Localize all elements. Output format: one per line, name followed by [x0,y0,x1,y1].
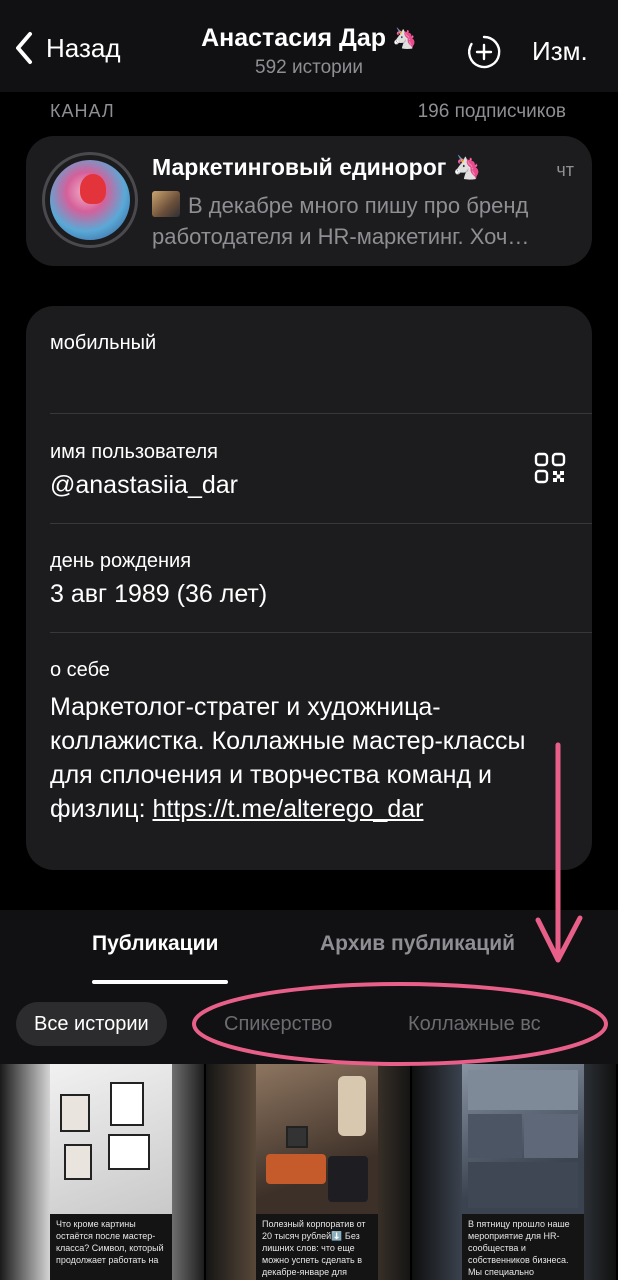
profile-info-card: мобильный имя пользователя @anastasiia_d… [26,306,592,870]
divider [50,413,592,414]
filter-speaking[interactable]: Спикерство [224,1002,332,1046]
profile-title: Анастасия Дар 🦄 [201,24,417,53]
story-caption: Что кроме картины остаётся после мастер-… [50,1214,172,1280]
tab-publications-archive[interactable]: Архив публикаций [320,932,515,956]
story-image [462,1064,584,1214]
birthday-label: день рождения [50,550,192,572]
chevron-left-icon [16,32,32,64]
post-thumbnail-icon [152,191,180,217]
profile-name: Анастасия Дар [201,24,386,52]
story-filters: Все истории Спикерство Коллажные вс [0,986,618,1064]
story-image [256,1064,378,1214]
about-text: Маркетолог-стратег и художница-коллажист… [50,690,570,826]
story-thumbnail[interactable]: Полезный корпоратив от 20 тысяч рублей⬇️… [206,1064,410,1280]
username-value[interactable]: @anastasiia_dar [50,471,238,500]
username-label: имя пользователя [50,441,218,463]
edit-button[interactable]: Изм. [532,36,588,67]
channel-preview-line2: работодателя и HR-маркетинг. Хоч… [152,224,530,249]
story-caption: В пятницу прошло наше мероприятие для HR… [462,1214,584,1280]
birthday-value: 3 авг 1989 (36 лет) [50,580,268,608]
story-thumbnail[interactable]: Что кроме картины остаётся после мастер-… [0,1064,204,1280]
divider [50,632,592,633]
stories-count: 592 истории [255,57,363,78]
channel-preview: В декабре много пишу про бренд работодат… [152,190,576,252]
channel-last-post-time: чт [556,160,574,180]
content-tabs: Публикации Архив публикаций [0,910,618,986]
back-button[interactable]: Назад [10,28,121,68]
about-label: о себе [50,659,110,681]
avatar-image [50,160,130,240]
channel-subscribers: 196 подписчиков [417,101,566,122]
profile-header: Анастасия Дар 🦄 592 истории [150,24,468,79]
stories-grid: Что кроме картины остаётся после мастер-… [0,1064,618,1280]
navigation-bar: Назад Анастасия Дар 🦄 592 истории Изм. [0,0,618,92]
filter-all-stories[interactable]: Все истории [16,1002,167,1046]
add-story-icon[interactable] [466,34,502,70]
channel-avatar [42,152,138,248]
channel-card[interactable]: Маркетинговый единорог 🦄 чт В декабре мн… [26,136,592,266]
filter-collage[interactable]: Коллажные вс [408,1002,541,1046]
qr-code-icon[interactable] [534,452,566,484]
about-link[interactable]: https://t.me/alterego_dar [152,795,423,823]
divider [50,523,592,524]
channel-name: Маркетинговый единорог 🦄 [152,154,482,180]
channel-preview-line1: В декабре много пишу про бренд [188,193,529,218]
story-caption: Полезный корпоратив от 20 тысяч рублей⬇️… [256,1214,378,1280]
active-tab-indicator [92,980,228,984]
story-image [50,1064,172,1214]
channel-section-label: КАНАЛ [50,101,115,121]
phone-label[interactable]: мобильный [50,332,156,355]
unicorn-emoji-icon: 🦄 [392,28,417,50]
tab-publications[interactable]: Публикации [92,932,218,956]
back-label: Назад [46,32,121,63]
story-thumbnail[interactable]: В пятницу прошло наше мероприятие для HR… [412,1064,616,1280]
